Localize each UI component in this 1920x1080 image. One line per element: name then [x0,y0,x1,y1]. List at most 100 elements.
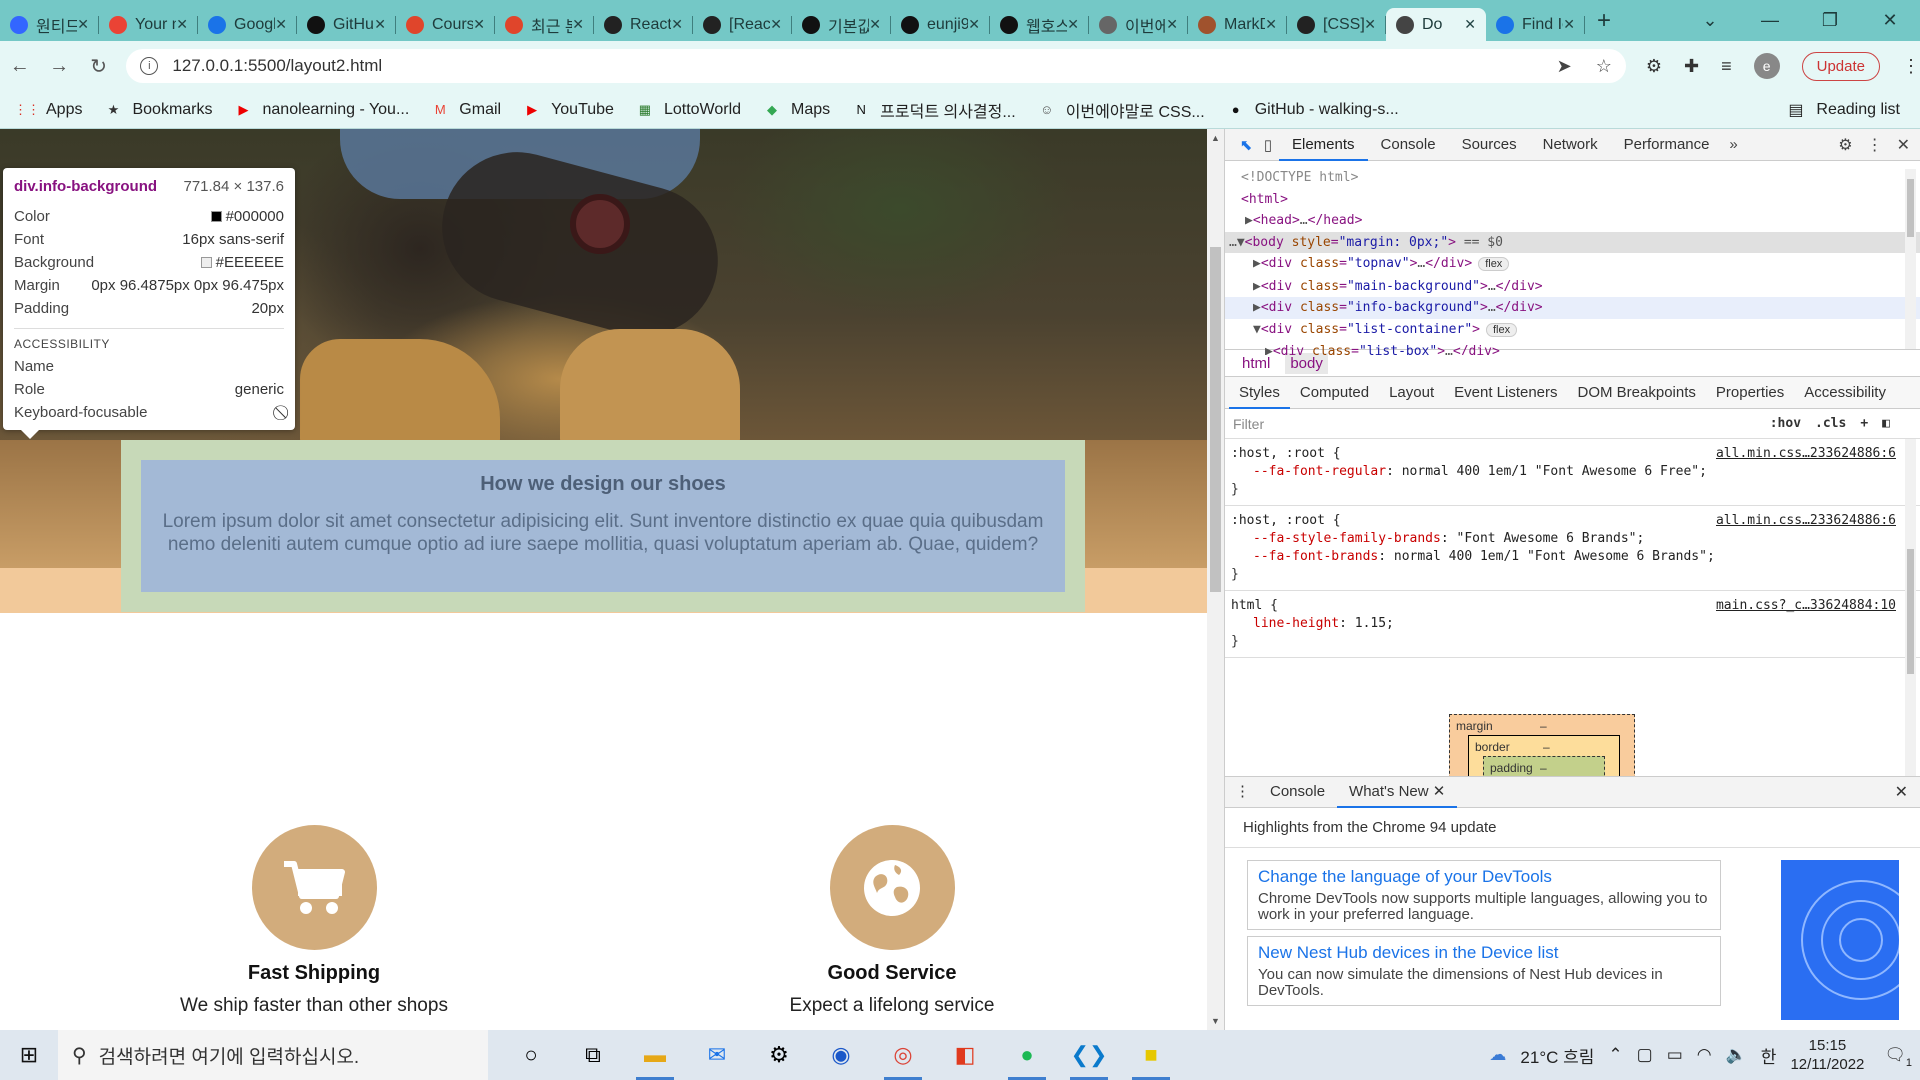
styles-subtab[interactable]: Accessibility [1794,377,1896,409]
browser-tab[interactable]: 기본값 ✕ [792,8,891,41]
dom-div[interactable]: ▶<div class="main-background">…</div> [1225,276,1920,298]
kakaotalk-icon[interactable]: ■ [1120,1030,1182,1080]
new-tab-button[interactable]: + [1597,7,1611,35]
styles-subtab[interactable]: DOM Breakpoints [1568,377,1706,409]
windows-start-icon[interactable]: ⊞ [0,1042,58,1068]
tab-search-icon[interactable]: ⌄ [1680,10,1740,31]
url-input[interactable]: i 127.0.0.1:5500/layout2.html ➤ ☆ [126,49,1626,83]
kebab-menu-icon[interactable]: ⋮ [1867,135,1883,155]
card-title[interactable]: New Nest Hub devices in the Device list [1258,943,1710,963]
tab-close-icon[interactable]: ✕ [1265,16,1277,33]
card-title[interactable]: Change the language of your DevTools [1258,867,1710,887]
tab-close-icon[interactable]: ✕ [77,16,89,33]
weather-text[interactable]: 21°C 흐림 [1520,1043,1594,1068]
bookmark-item[interactable]: ★ Bookmarks [104,101,213,119]
page-scrollbar[interactable]: ▲ ▼ [1207,129,1224,1030]
browser-tab[interactable]: Course✕ [396,8,495,41]
drawer-tab[interactable]: What's New ✕ [1337,776,1458,808]
task-view-icon[interactable]: ⧉ [562,1030,624,1080]
taskbar-search-input[interactable]: ⚲ 검색하려면 여기에 입력하십시오. [58,1030,488,1080]
tray-device-icon[interactable]: ▢ [1637,1045,1653,1065]
flex-badge[interactable]: flex [1478,257,1510,271]
css-source-link[interactable]: all.min.css…233624886:6 [1716,445,1896,463]
tab-close-icon[interactable]: ✕ [770,16,782,33]
tab-close-icon[interactable]: ✕ [1563,16,1575,33]
profile-avatar[interactable]: e [1753,53,1780,79]
dom-div[interactable]: ▶<div class="list-box">…</div> [1225,341,1920,355]
tab-close-icon[interactable]: ✕ [1364,16,1376,33]
browser-tab[interactable]: Your ne✕ [99,8,198,41]
tab-close-icon[interactable]: ✕ [176,16,188,33]
css-declaration[interactable]: line-height: 1.15; [1231,615,1896,633]
browser-tab[interactable]: React-E✕ [594,8,693,41]
menu-icon[interactable]: ⋮ [1902,56,1920,77]
bookmark-item[interactable]: ☺ 이번에야말로 CSS... [1038,98,1205,122]
tab-close-icon[interactable]: ✕ [473,16,485,33]
back-icon[interactable]: ← [0,55,39,78]
mail-icon[interactable]: ✉ [686,1030,748,1080]
browser-tab[interactable]: eunji91✕ [891,8,990,41]
tab-close-icon[interactable]: ✕ [869,16,881,33]
site-info-icon[interactable]: i [140,57,159,75]
close-devtools-icon[interactable]: ✕ [1897,135,1910,155]
dom-div[interactable]: ▶<div class="info-background">…</div> [1225,297,1920,319]
browser-tab[interactable]: [React]✕ [693,8,792,41]
vscode-icon[interactable]: ❮❯ [1058,1030,1120,1080]
spotify-icon[interactable]: ● [996,1030,1058,1080]
devtools-tab[interactable]: Network [1530,129,1611,161]
bookmark-item[interactable]: ● GitHub - walking-s... [1227,101,1399,119]
browser-tab[interactable]: 최근 본 ✕ [495,8,594,41]
browser-tab[interactable]: Google✕ [198,8,297,41]
expand-right-icon[interactable]: ▶ [1253,300,1261,315]
elements-scrollbar[interactable] [1905,169,1916,349]
notification-icon[interactable]: 🗨 1 [1884,1045,1912,1069]
bookmark-item[interactable]: M Gmail [431,101,501,119]
browser-tab[interactable]: GitHub✕ [297,8,396,41]
expand-right-icon[interactable]: ▶ [1253,279,1261,294]
css-declaration[interactable]: --fa-font-brands: normal 400 1em/1 "Font… [1231,548,1896,566]
browser-tab[interactable]: [CSS] C✕ [1287,8,1386,41]
breadcrumb-item[interactable]: body [1285,352,1328,374]
office-icon[interactable]: ◧ [934,1030,996,1080]
tab-close-icon[interactable]: ✕ [374,16,386,33]
page-scrollbar-thumb[interactable] [1210,247,1221,592]
dom-body[interactable]: …▼<body style="margin: 0px;"> == $0 [1225,231,1920,253]
file-explorer-icon[interactable]: ▬ [624,1030,686,1080]
drawer-menu-icon[interactable]: ⋮ [1235,776,1258,808]
browser-tab[interactable]: 웹호스 ✕ [990,8,1089,41]
whats-new-card[interactable]: Change the language of your DevTools Chro… [1247,860,1721,930]
drawer-tab[interactable]: Console [1258,776,1337,808]
settings-icon[interactable]: ⚙ [748,1030,810,1080]
forward-icon[interactable]: → [39,55,78,78]
browser-tab[interactable]: 이번에 ✕ [1089,8,1188,41]
settings-icon[interactable]: ⚙ [1838,135,1852,155]
tab-close-icon[interactable]: ✕ [671,16,683,33]
app-blue-icon[interactable]: ◉ [810,1030,872,1080]
bookmark-item[interactable]: ▦ LottoWorld [636,101,741,119]
devtools-tab[interactable]: Sources [1449,129,1530,161]
toggle-sidebar-icon[interactable]: ◧ [1882,416,1890,431]
dom-head[interactable]: ▶<head>…</head> [1225,210,1920,232]
filter-toggle-button[interactable]: .cls [1815,416,1846,431]
css-declaration[interactable]: --fa-font-regular: normal 400 1em/1 "Fon… [1231,463,1896,481]
chrome-icon[interactable]: ◎ [872,1030,934,1080]
bookmark-item[interactable]: ◆ Maps [763,101,830,119]
dom-div[interactable]: ▼<div class="list-container"> flex [1225,319,1920,342]
browser-tab[interactable]: MarkD✕ [1188,8,1287,41]
expand-right-icon[interactable]: ▶ [1265,344,1273,355]
browser-tab[interactable]: 원티드 ✕ [0,8,99,41]
bookmark-item[interactable]: ▶ nanolearning - You... [235,101,410,119]
minimize-icon[interactable]: — [1740,10,1800,31]
styles-filter-input[interactable]: Filter [1233,416,1733,432]
tab-close-icon[interactable]: ✕ [572,16,584,33]
devtools-tab[interactable]: Performance [1611,129,1723,161]
tab-close-icon[interactable]: ✕ [968,16,980,33]
styles-subtab[interactable]: Styles [1229,377,1290,409]
browser-tab[interactable]: Do ✕ [1386,8,1486,41]
tab-close-icon[interactable]: ✕ [1067,16,1079,33]
more-tabs-icon[interactable]: » [1723,136,1745,153]
update-button[interactable]: Update [1801,51,1880,81]
scroll-down-icon[interactable]: ▼ [1211,1016,1220,1026]
devtools-tab[interactable]: Console [1368,129,1449,161]
tray-battery-icon[interactable]: ▭ [1667,1045,1683,1065]
